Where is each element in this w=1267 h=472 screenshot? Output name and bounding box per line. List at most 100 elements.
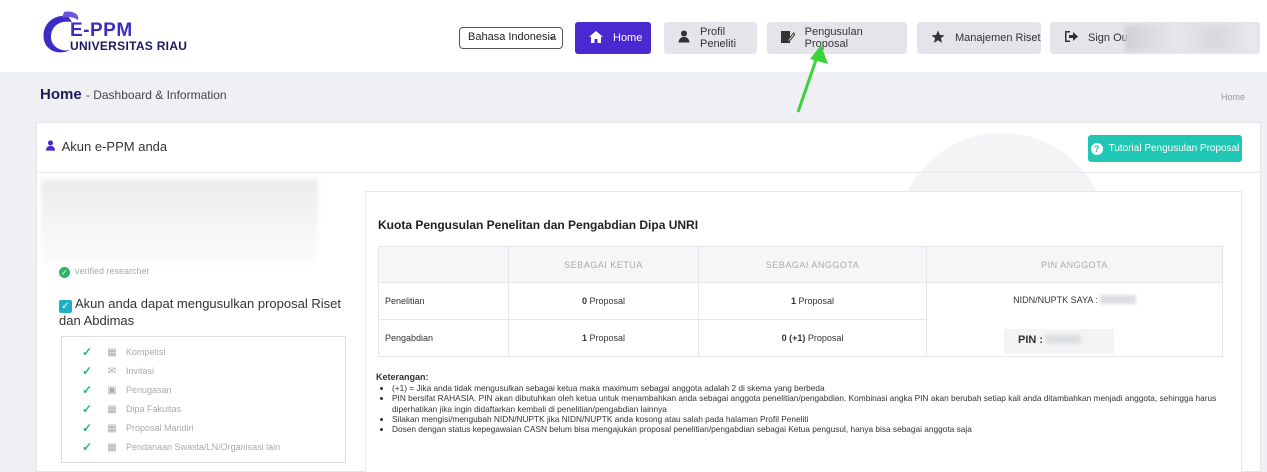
- square-icon: ▣: [107, 384, 117, 396]
- table-header: SEBAGAI KETUA: [508, 246, 699, 283]
- nav-manajemen-label: Manajemen Riset: [955, 32, 1041, 44]
- nav-manajemen-button[interactable]: Manajemen Riset: [917, 22, 1041, 54]
- sitemap-icon: ▦: [107, 441, 117, 453]
- quota-table: SEBAGAI KETUA SEBAGAI ANGGOTA PIN ANGGOT…: [378, 246, 1223, 357]
- list-item-label: Proposal Mandiri: [126, 423, 194, 433]
- check-icon: ✓: [82, 364, 93, 378]
- tutorial-button-label: Tutorial Pengusulan Proposal: [1108, 143, 1240, 154]
- verified-label: verified researcher: [75, 266, 150, 276]
- pin-redacted: [1045, 335, 1082, 344]
- table-header: SEBAGAI ANGGOTA: [698, 246, 927, 283]
- list-item: Dosen dengan status kepegawaian CASN bel…: [392, 424, 1236, 434]
- eppm-logo[interactable]: E-PPM UNIVERSITAS RIAU: [38, 10, 198, 60]
- account-heading: Akun e-PPM anda: [45, 139, 167, 154]
- list-item-dipa-fakultas[interactable]: ✓ ▦ Dipa Fakultas: [82, 401, 181, 417]
- envelope-icon: ✉: [107, 365, 117, 377]
- page-header: Home - Dashboard & Information Home: [0, 72, 1267, 120]
- tutorial-button[interactable]: ? Tutorial Pengusulan Proposal: [1088, 135, 1242, 162]
- check-icon: ✓: [82, 345, 93, 359]
- nav-home-button[interactable]: Home: [575, 22, 651, 54]
- list-item-proposal-mandiri[interactable]: ✓ ▦ Proposal Mandiri: [82, 420, 194, 436]
- checkbox-checked-icon: ✓: [59, 300, 72, 313]
- check-circle-icon: ✓: [59, 267, 70, 278]
- top-navbar: E-PPM UNIVERSITAS RIAU Bahasa Indonesia …: [0, 0, 1267, 72]
- list-item-kompetisi[interactable]: ✓ ▦ Kompetisi: [82, 344, 166, 360]
- account-heading-label: Akun e-PPM anda: [61, 139, 168, 154]
- anggota-quota: 0 (+1) Proposal: [698, 319, 927, 357]
- anggota-quota: 1 Proposal: [698, 282, 927, 320]
- check-icon: ✓: [82, 383, 93, 397]
- ketua-quota: 1 Proposal: [508, 319, 699, 357]
- list-item-label: Penugasan: [126, 385, 172, 395]
- list-item-penugasan[interactable]: ✓ ▣ Penugasan: [82, 382, 172, 398]
- notes-heading: Keterangan:: [376, 372, 429, 382]
- list-item-label: Dipa Fakultas: [126, 404, 182, 414]
- quota-unit: Proposal: [589, 296, 626, 306]
- check-icon: ✓: [82, 421, 93, 435]
- table-row: Penelitian 0 Proposal 1 Proposal NIDN/NU…: [378, 282, 1223, 357]
- sitemap-icon: ▦: [107, 403, 117, 415]
- language-selected: Bahasa Indonesia: [468, 31, 557, 43]
- quota-number: 0 (+1): [781, 333, 806, 343]
- chevron-down-icon: ⌄: [547, 31, 556, 42]
- list-item-label: Kompetisi: [126, 347, 166, 357]
- quota-number: 0: [581, 296, 587, 306]
- eligibility-text: Akun anda dapat mengusulkan proposal Ris…: [59, 296, 341, 328]
- page-title-main: Home: [40, 86, 82, 103]
- nidn-display: NIDN/NUPTK SAYA :: [927, 295, 1222, 305]
- verified-badge: ✓ verified researcher: [59, 266, 150, 278]
- quota-unit: Proposal: [798, 296, 835, 306]
- list-item-pendanaan-swasta[interactable]: ✓ ▦ Pendanaan Swasta/LN/Organisasi lain: [82, 439, 280, 455]
- sign-out-icon: [1062, 30, 1080, 46]
- quota-number: 1: [790, 296, 796, 306]
- notes-list: (+1) = Jika anda tidak mengusulkan sebag…: [376, 383, 1236, 434]
- profile-photo-redacted: [41, 179, 318, 263]
- page-title: Home - Dashboard & Information: [40, 86, 227, 103]
- breadcrumb[interactable]: Home: [1221, 92, 1245, 102]
- row-label: Penelitian: [378, 282, 509, 320]
- account-card: Akun e-PPM anda ? Tutorial Pengusulan Pr…: [36, 122, 1261, 472]
- help-circle-icon: ?: [1090, 142, 1103, 155]
- user-icon: [676, 30, 692, 46]
- sitemap-icon: ▦: [107, 346, 117, 358]
- user-name-redacted: [1125, 25, 1255, 51]
- sitemap-icon: ▦: [107, 422, 117, 434]
- quota-unit: Proposal: [589, 333, 626, 343]
- quota-unit: Proposal: [807, 333, 844, 343]
- list-item-label: Pendanaan Swasta/LN/Organisasi lain: [126, 442, 281, 452]
- quota-title: Kuota Pengusulan Penelitan dan Pengabdia…: [378, 218, 699, 232]
- quota-number: 1: [581, 333, 587, 343]
- list-item: (+1) = Jika anda tidak mengusulkan sebag…: [392, 383, 1236, 393]
- nav-profil-button[interactable]: Profil Peneliti: [664, 22, 757, 54]
- check-icon: ✓: [82, 440, 93, 454]
- quota-panel: Kuota Pengusulan Penelitan dan Pengabdia…: [365, 191, 1242, 472]
- page-subtitle: Dashboard & Information: [93, 88, 227, 102]
- eligibility-status: ✓ Akun anda dapat mengusulkan proposal Ri…: [59, 296, 349, 328]
- check-icon: ✓: [82, 402, 93, 416]
- card-header: Akun e-PPM anda ? Tutorial Pengusulan Pr…: [37, 123, 1260, 173]
- row-label: Pengabdian: [378, 319, 509, 357]
- nav-pengusulan-button[interactable]: Pengusulan Proposal: [767, 22, 907, 54]
- nav-profil-label: Profil Peneliti: [699, 26, 737, 50]
- nidn-redacted: [1099, 295, 1136, 304]
- nav-home-label: Home: [613, 32, 643, 44]
- logo-subtitle: UNIVERSITAS RIAU: [70, 39, 188, 53]
- list-item-label: Invitasi: [126, 366, 155, 376]
- nidn-label: NIDN/NUPTK SAYA :: [1013, 295, 1098, 305]
- list-item: Silakan mengisi/mengubah NIDN/NUPTK jika…: [392, 414, 1236, 424]
- table-header-row: SEBAGAI KETUA SEBAGAI ANGGOTA PIN ANGGOT…: [378, 246, 1223, 283]
- table-header-empty: [378, 246, 509, 283]
- ketua-quota: 0 Proposal: [508, 282, 699, 320]
- list-item: PIN bersifat RAHASIA. PIN akan dibutuhka…: [392, 393, 1236, 413]
- language-select[interactable]: Bahasa Indonesia ⌄: [459, 27, 563, 49]
- star-icon: [929, 30, 947, 47]
- pin-cell: NIDN/NUPTK SAYA : PIN :: [926, 282, 1223, 357]
- table-header: PIN ANGGOTA: [926, 246, 1223, 283]
- pin-label: PIN :: [1018, 334, 1044, 346]
- notes-section: Keterangan: (+1) = Jika anda tidak mengu…: [376, 372, 1236, 434]
- home-icon: [587, 30, 605, 47]
- user-icon: [45, 139, 60, 154]
- pin-display: PIN :: [1004, 329, 1114, 354]
- proposal-type-list: ✓ ▦ Kompetisi ✓ ✉ Invitasi ✓ ▣ Penugasan…: [61, 336, 346, 463]
- list-item-invitasi[interactable]: ✓ ✉ Invitasi: [82, 363, 154, 379]
